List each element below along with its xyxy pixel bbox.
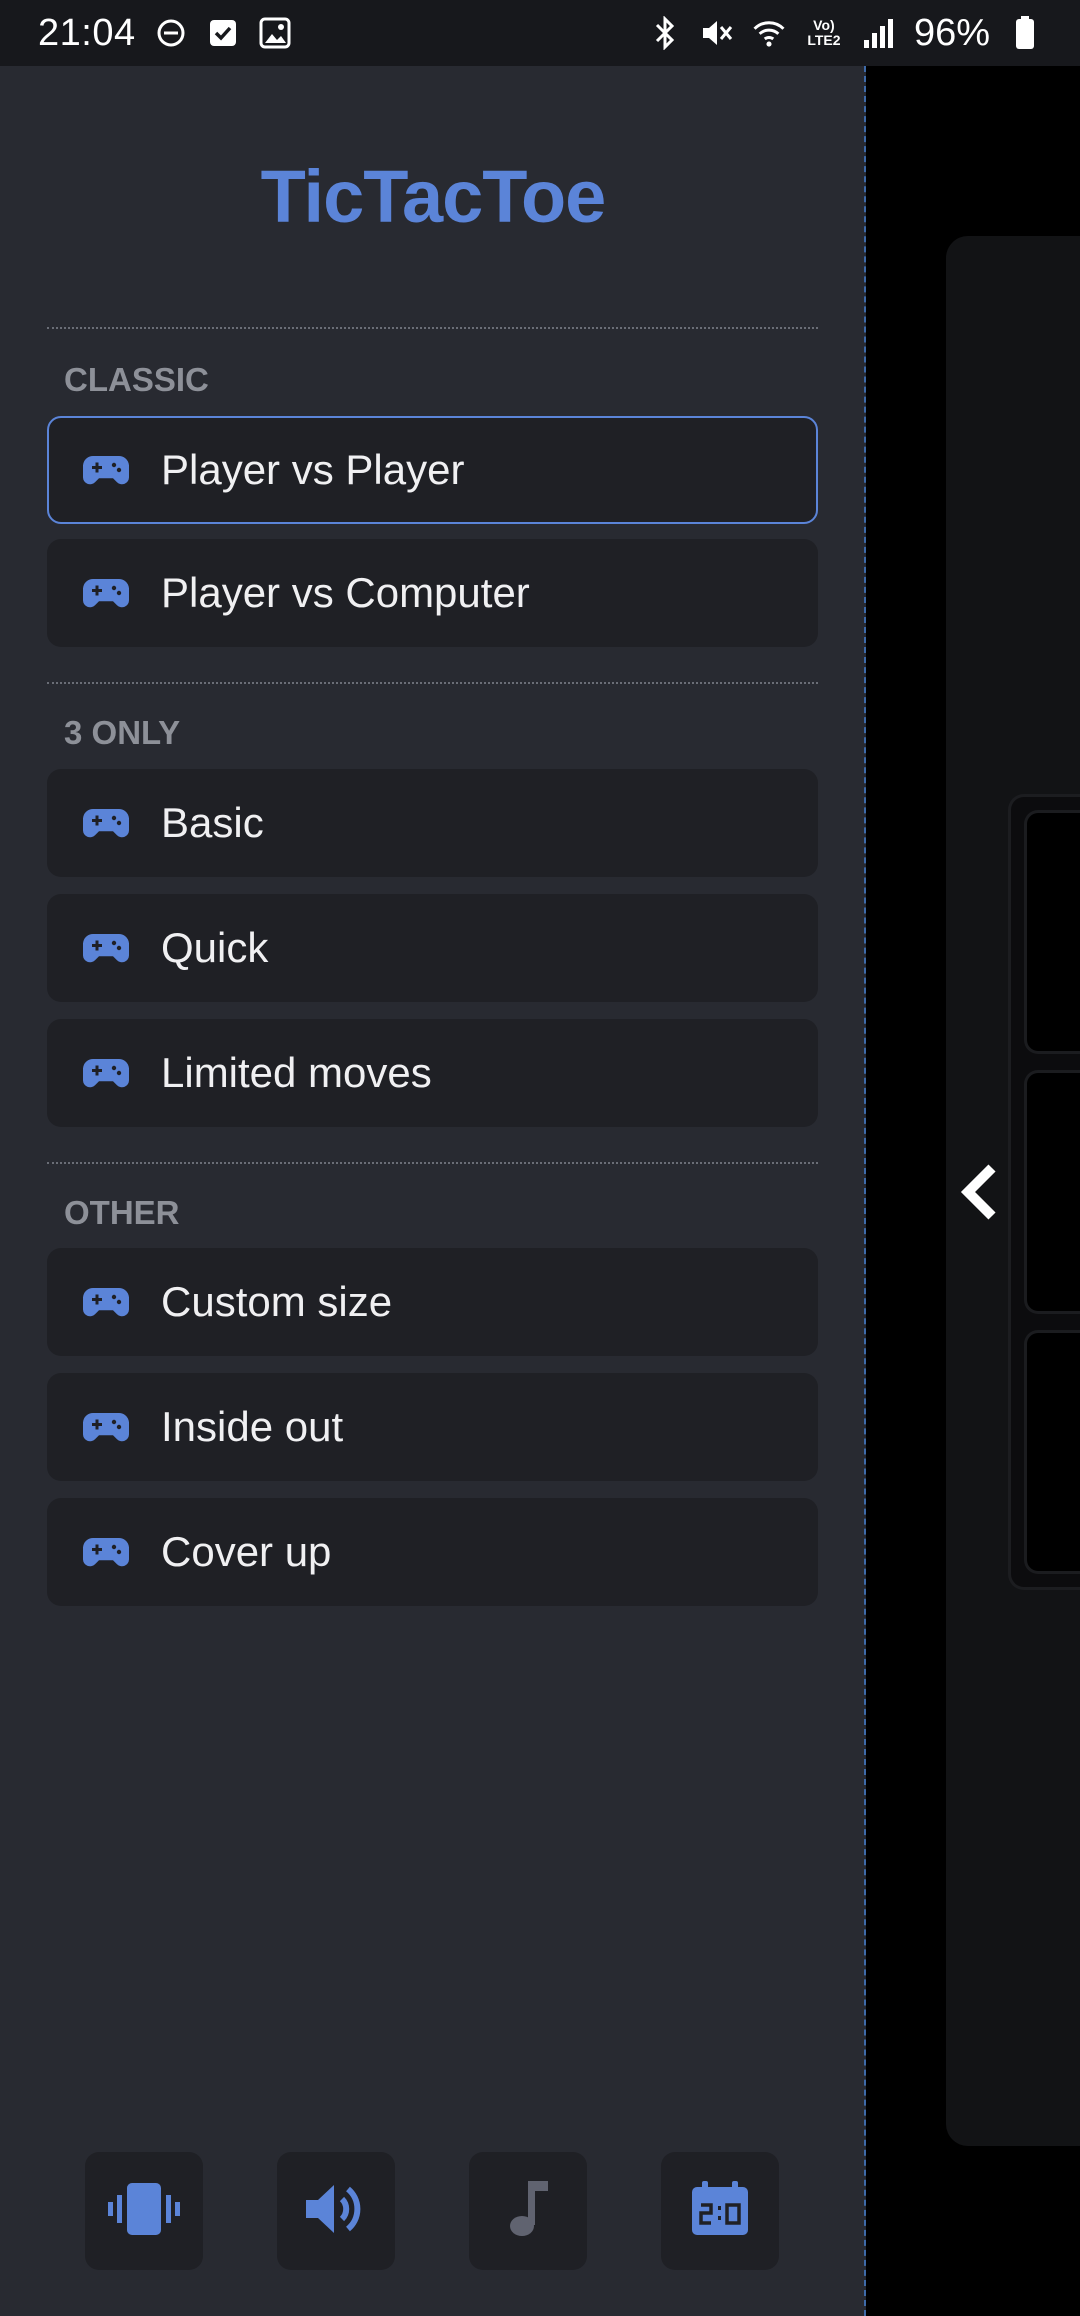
sound-toggle-button[interactable]	[277, 2152, 395, 2270]
wifi-icon	[752, 16, 786, 50]
volume-icon	[304, 2181, 368, 2242]
checkbox-notification-icon	[206, 16, 240, 50]
board-cell[interactable]	[1024, 1330, 1080, 1574]
gamepad-icon	[83, 1056, 129, 1090]
divider	[47, 327, 818, 329]
section-label-classic: CLASSIC	[64, 361, 209, 398]
section-label-other: OTHER	[64, 1194, 180, 1231]
status-left: 21:04	[38, 12, 292, 55]
divider	[47, 1162, 818, 1164]
board-cell[interactable]	[1024, 1070, 1080, 1314]
image-notification-icon	[258, 16, 292, 50]
gamepad-icon	[83, 453, 129, 487]
gamepad-icon	[83, 1285, 129, 1319]
music-note-icon	[506, 2179, 550, 2244]
menu-item-inside-out[interactable]: Inside out	[47, 1373, 818, 1481]
menu-item-quick[interactable]: Quick	[47, 894, 818, 1002]
scoreboard-icon	[688, 2179, 752, 2244]
app-title: TicTacToe	[260, 155, 607, 238]
menu-item-label: Custom size	[161, 1278, 393, 1325]
menu-item-label: Inside out	[161, 1403, 344, 1450]
divider	[47, 682, 818, 684]
board-cell[interactable]	[1024, 810, 1080, 1054]
gamepad-icon	[83, 931, 129, 965]
signal-icon	[862, 16, 896, 50]
battery-percent: 96%	[913, 11, 990, 54]
menu-item-label: Limited moves	[161, 1049, 432, 1096]
menu-item-label: Player vs Computer	[161, 569, 530, 616]
menu-item-limited-moves[interactable]: Limited moves	[47, 1019, 818, 1127]
scoreboard-button[interactable]	[661, 2152, 779, 2270]
status-time: 21:04	[38, 11, 136, 54]
muted-speaker-icon	[700, 16, 734, 50]
gamepad-icon	[83, 1535, 129, 1569]
menu-item-basic[interactable]: Basic	[47, 769, 818, 877]
bluetooth-icon	[648, 16, 682, 50]
menu-item-label: Basic	[161, 799, 264, 846]
menu-item-label: Quick	[161, 924, 269, 971]
vibration-toggle-button[interactable]	[85, 2152, 203, 2270]
menu-item-player-vs-computer[interactable]: Player vs Computer	[47, 539, 818, 647]
gamepad-icon	[83, 1410, 129, 1444]
network-type-label: Vo) LTE2	[807, 17, 841, 48]
status-right: Vo) LTE2 96%	[648, 12, 1042, 55]
status-bar: 21:04 Vo) LTE2 96%	[0, 0, 1080, 66]
menu-item-cover-up[interactable]: Cover up	[47, 1498, 818, 1606]
menu-item-player-vs-player[interactable]: Player vs Player	[47, 416, 818, 524]
section-label-3-only: 3 ONLY	[64, 714, 181, 751]
vibration-icon	[107, 2179, 181, 2244]
gamepad-icon	[83, 806, 129, 840]
menu-item-label: Player vs Player	[161, 446, 465, 493]
music-toggle-button[interactable]	[469, 2152, 587, 2270]
menu-item-custom-size[interactable]: Custom size	[47, 1248, 818, 1356]
gamepad-icon	[83, 576, 129, 610]
back-chevron-icon[interactable]	[950, 1160, 1006, 1224]
navigation-drawer: TicTacToe CLASSIC Player vs Player Playe…	[0, 66, 866, 2316]
battery-icon	[1008, 16, 1042, 50]
do-not-disturb-icon	[154, 16, 188, 50]
menu-item-label: Cover up	[161, 1528, 332, 1575]
